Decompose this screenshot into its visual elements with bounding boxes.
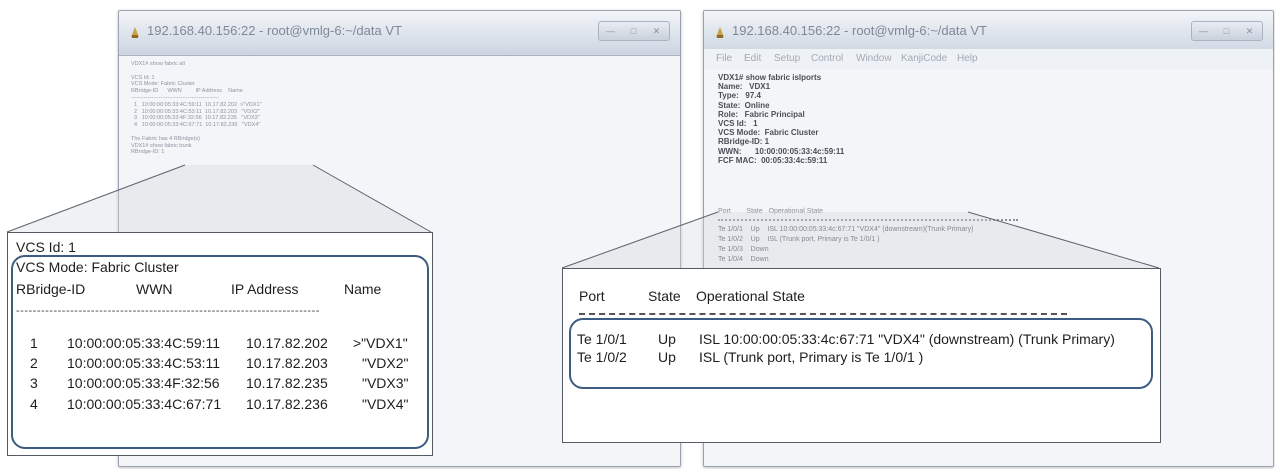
menu-file[interactable]: File	[716, 53, 732, 64]
maximize-icon[interactable]: □	[1215, 22, 1238, 40]
minimize-icon[interactable]: —	[599, 22, 622, 40]
table-separator	[579, 313, 1067, 315]
row-3-ip: 10.17.82.235	[246, 375, 328, 391]
zoom-pane-fabric-all: VCS Id: 1 VCS Mode: Fabric Cluster RBrid…	[7, 232, 433, 456]
terminal-output: VDX1# show fabric all VCS Id: 1 VCS Mode…	[131, 61, 262, 156]
row-2-name: "VDX2"	[362, 355, 409, 371]
row-2-id: 2	[30, 355, 38, 371]
window-title: 192.168.40.156:22 - root@vmlg-6:~/data V…	[147, 23, 402, 38]
menu-edit[interactable]: Edit	[744, 53, 761, 64]
menu-help[interactable]: Help	[957, 53, 978, 64]
terminal-output: VDX1# show fabric islports Name: VDX1 Ty…	[718, 73, 845, 165]
row-2-port: Te 1/0/2	[577, 349, 627, 365]
row-1-wwn: 10:00:00:05:33:4C:59:11	[67, 335, 221, 351]
col-header-wwn: WWN	[136, 281, 173, 297]
minimize-icon[interactable]: —	[1192, 22, 1215, 40]
window-titlebar[interactable]: 192.168.40.156:22 - root@vmlg-6:~/data V…	[119, 11, 680, 56]
col-header-operational-state: Operational State	[696, 288, 805, 304]
table-separator: ----------------------------------------…	[16, 305, 320, 317]
row-2-wwn: 10:00:00:05:33:4C:53:11	[67, 355, 221, 371]
row-1-port: Te 1/0/1	[577, 331, 627, 347]
row-1-state: Up	[658, 331, 676, 347]
terminal-app-icon	[131, 27, 139, 38]
row-3-id: 3	[30, 375, 38, 391]
col-header-port: Port	[579, 288, 605, 304]
vcs-id: VCS Id: 1	[16, 239, 76, 255]
row-1-ip: 10.17.82.202	[246, 335, 328, 351]
window-controls: — □ ✕	[598, 21, 670, 41]
row-2-ip: 10.17.82.203	[246, 355, 328, 371]
menu-window[interactable]: Window	[856, 53, 892, 64]
window-title: 192.168.40.156:22 - root@vmlg-6:~/data V…	[732, 23, 987, 38]
row-1-name: >"VDX1"	[353, 335, 408, 351]
row-4-id: 4	[30, 396, 38, 412]
port-table-header: Port State Operational State	[718, 208, 824, 215]
row-4-name: "VDX4"	[362, 396, 409, 412]
window-controls: — □ ✕	[1191, 21, 1263, 41]
menu-setup[interactable]: Setup	[774, 53, 800, 64]
row-1-id: 1	[30, 335, 38, 351]
menu-kanjicode[interactable]: KanjiCode	[901, 53, 947, 64]
port-table-rows: Te 1/0/1 Up ISL 10:00:00:05:33:4c:67:71 …	[718, 226, 974, 263]
row-3-name: "VDX3"	[362, 375, 409, 391]
close-icon[interactable]: ✕	[645, 22, 668, 40]
col-header-state: State	[648, 288, 681, 304]
row-1-operational-state: ISL 10:00:00:05:33:4c:67:71 "VDX4" (down…	[699, 331, 1115, 347]
close-icon[interactable]: ✕	[1238, 22, 1261, 40]
menu-bar: File Edit Setup Control Window KanjiCode…	[704, 49, 1273, 69]
maximize-icon[interactable]: □	[622, 22, 645, 40]
row-3-wwn: 10:00:00:05:33:4F:32:56	[67, 375, 220, 391]
port-table-separator	[718, 219, 1018, 221]
col-header-rbridge: RBridge-ID	[16, 281, 86, 297]
col-header-ip: IP Address	[231, 281, 299, 297]
zoom-pane-islports: Port State Operational State Te 1/0/1 Up…	[562, 268, 1161, 443]
row-4-wwn: 10:00:00:05:33:4C:67:71	[67, 396, 222, 412]
vcs-mode: VCS Mode: Fabric Cluster	[16, 259, 179, 275]
menu-control[interactable]: Control	[811, 53, 843, 64]
terminal-app-icon	[716, 27, 724, 38]
row-4-ip: 10.17.82.236	[246, 396, 328, 412]
col-header-name: Name	[344, 281, 382, 297]
row-2-state: Up	[658, 349, 676, 365]
row-2-operational-state: ISL (Trunk port, Primary is Te 1/0/1 )	[699, 349, 924, 365]
